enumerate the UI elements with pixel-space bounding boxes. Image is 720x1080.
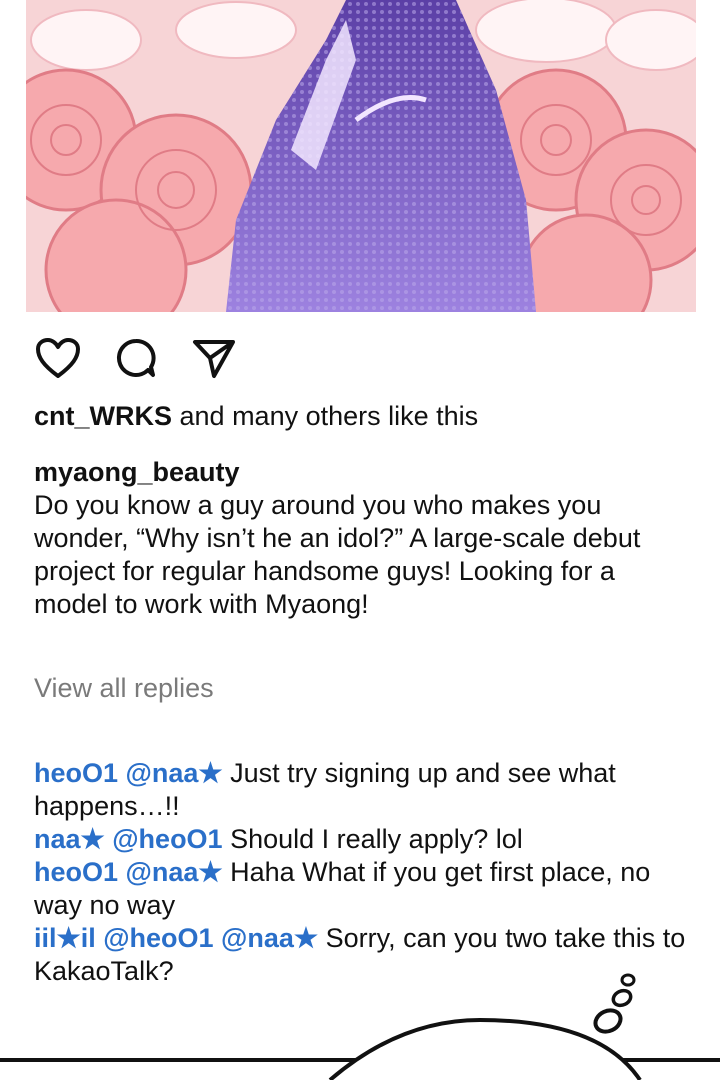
replies-list: heoO1 @naa★ Just try signing up and see …	[34, 757, 694, 988]
reply-mentions[interactable]: heoO1 @naa★	[34, 758, 223, 788]
comment-icon	[116, 338, 156, 377]
caption-username[interactable]: myaong_beauty	[34, 456, 694, 489]
post-actions	[34, 334, 268, 382]
like-button[interactable]	[34, 334, 82, 382]
send-icon	[193, 340, 235, 378]
reply-item: naa★ @heoO1 Should I really apply? lol	[34, 823, 694, 856]
reply-text: Should I really apply? lol	[222, 824, 523, 854]
reply-item: heoO1 @naa★ Haha What if you get first p…	[34, 856, 694, 922]
reply-mentions[interactable]: iil★il @heoO1 @naa★	[34, 923, 318, 953]
share-button[interactable]	[190, 334, 238, 382]
likes-summary: cnt_WRKS and many others like this	[34, 398, 478, 434]
reply-mentions[interactable]: heoO1 @naa★	[34, 857, 223, 887]
heart-icon	[36, 338, 80, 378]
likes-text: and many others like this	[172, 401, 479, 431]
liker-username[interactable]: cnt_WRKS	[34, 401, 172, 431]
post-image	[26, 0, 696, 312]
caption-text: Do you know a guy around you who makes y…	[34, 490, 641, 619]
thought-bubble-decoration	[0, 973, 720, 1080]
view-all-replies-link[interactable]: View all replies	[34, 670, 214, 706]
comment-button[interactable]	[112, 334, 160, 382]
reply-mentions[interactable]: naa★ @heoO1	[34, 824, 223, 854]
post-caption: myaong_beauty Do you know a guy around y…	[34, 456, 694, 621]
reply-item: heoO1 @naa★ Just try signing up and see …	[34, 757, 694, 823]
